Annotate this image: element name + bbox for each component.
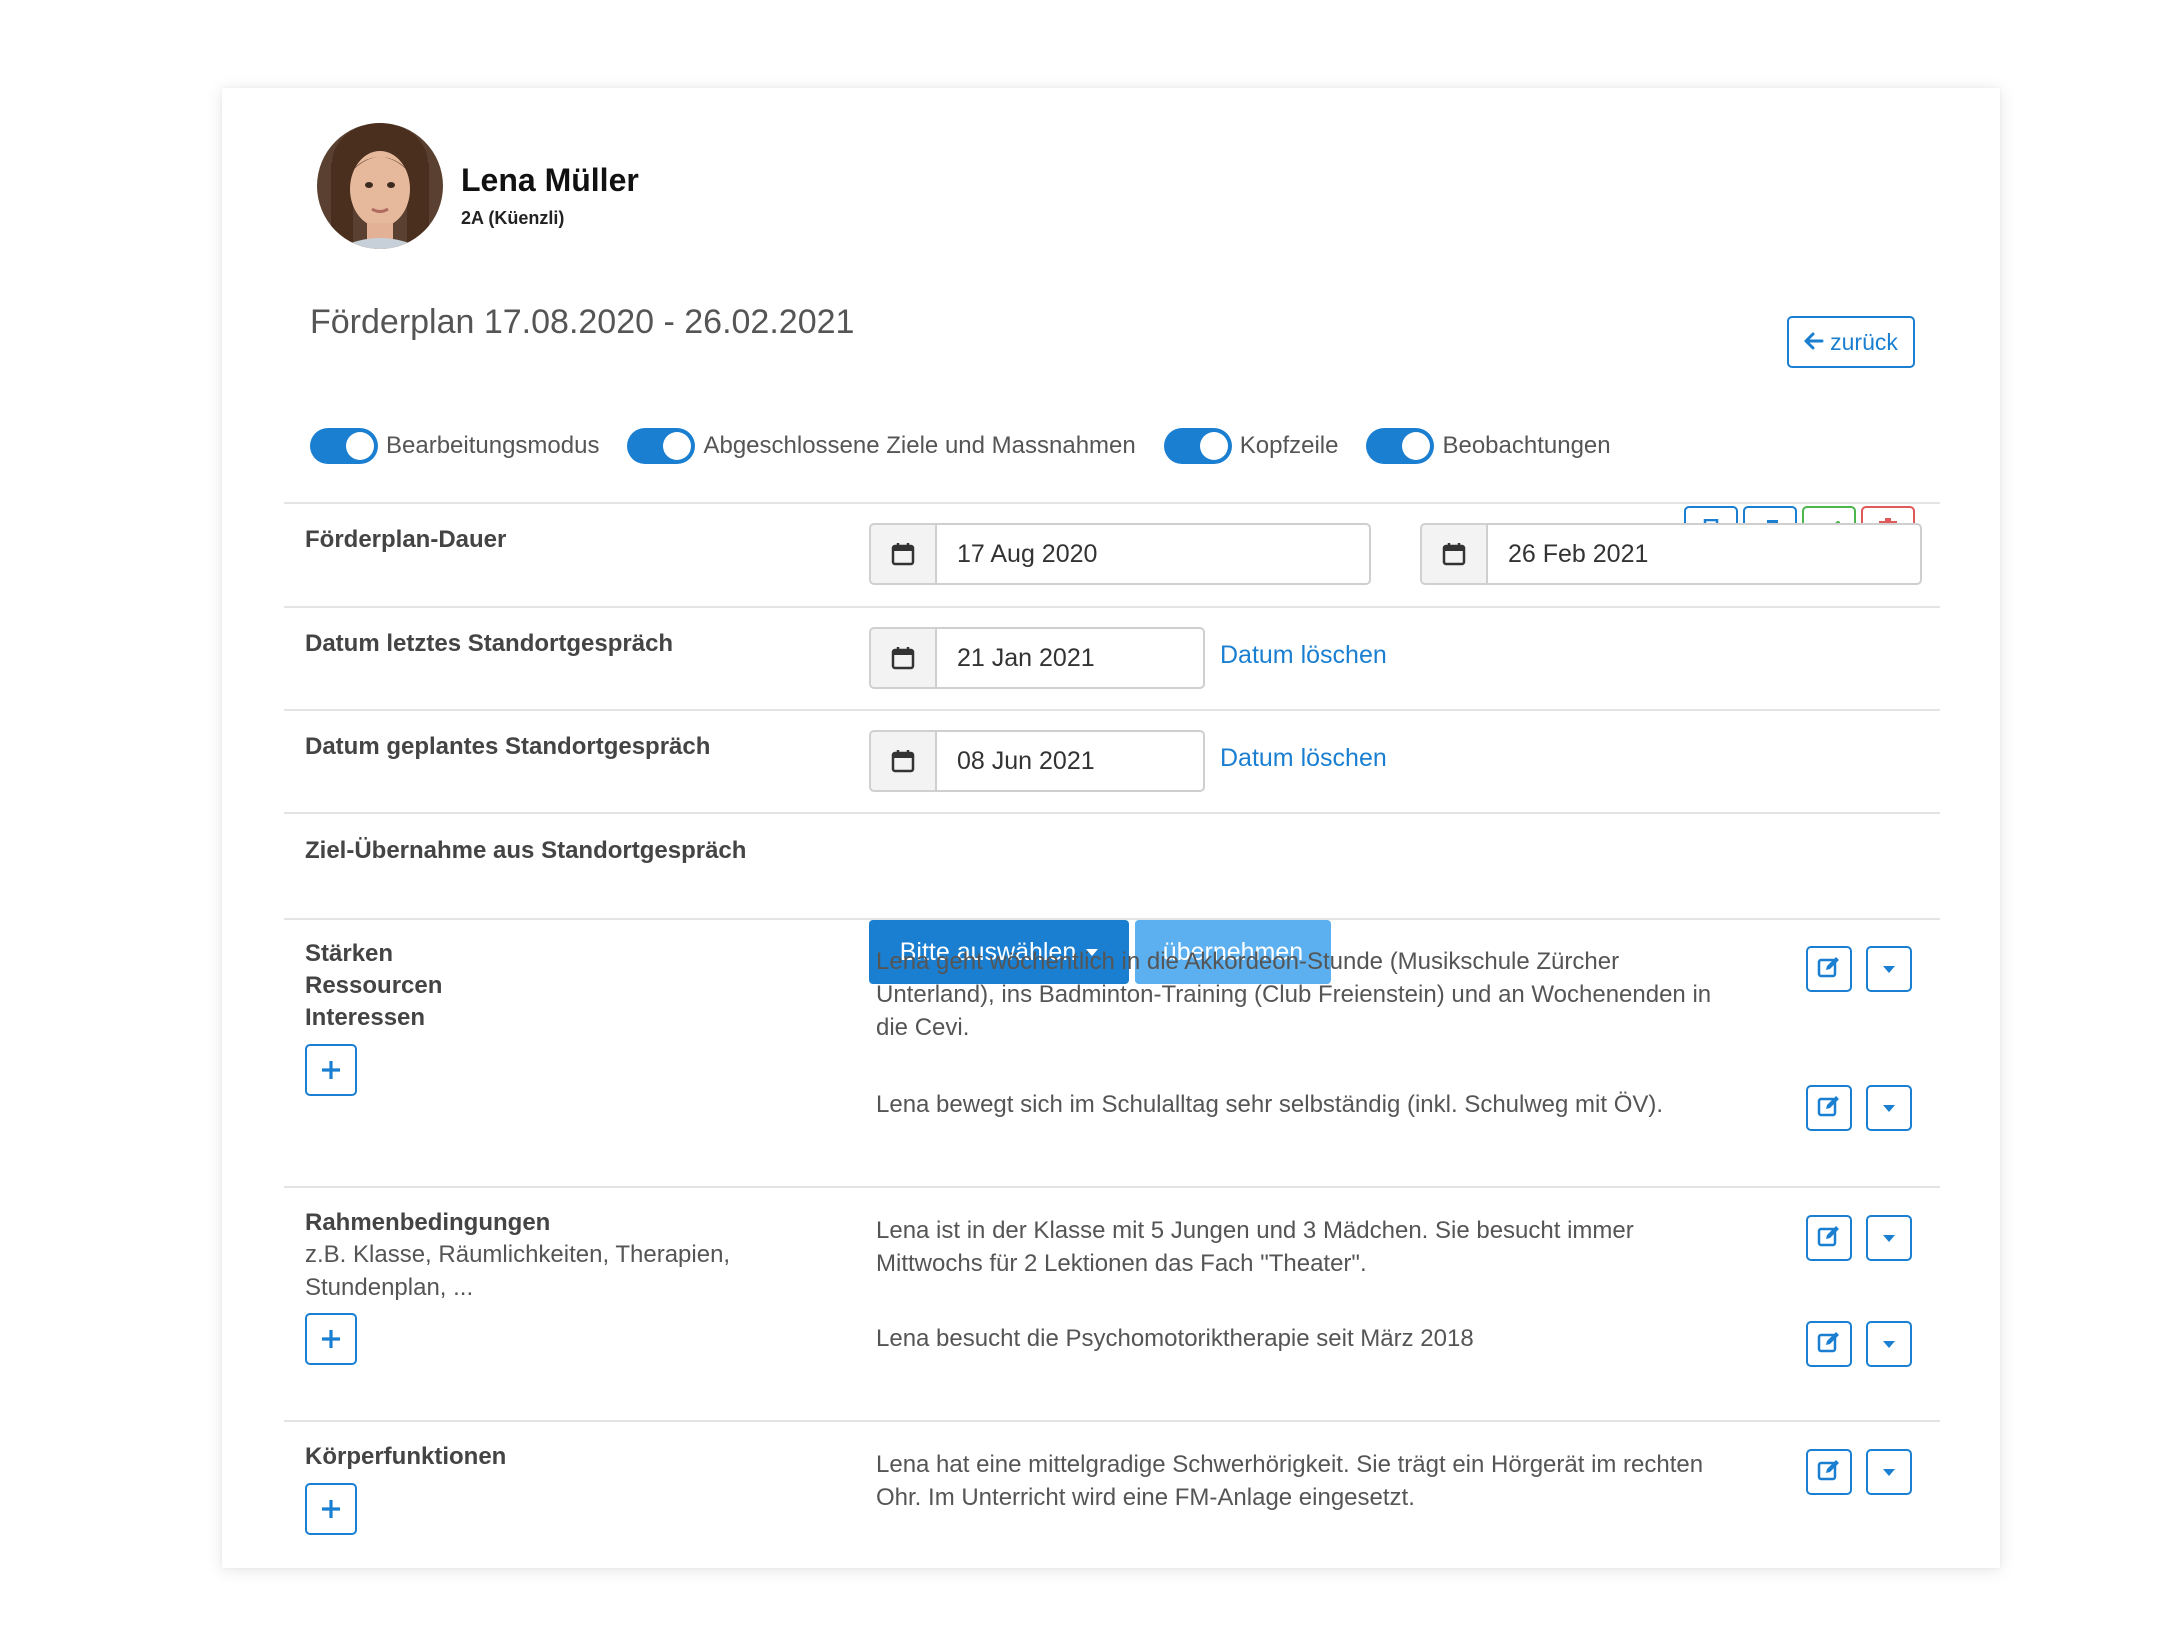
condition-entry: Lena ist in der Klasse mit 5 Jungen und … [876, 1217, 1634, 1277]
strength-entry: Lena bewegt sich im Schulalltag sehr sel… [876, 1091, 1664, 1118]
divider [284, 709, 1940, 711]
arrow-left-icon [1804, 329, 1824, 356]
plus-icon [320, 1320, 342, 1359]
toggle-label: Kopfzeile [1239, 432, 1339, 459]
divider [284, 1186, 1940, 1188]
edit-icon [1817, 1094, 1841, 1123]
last-meeting-label: Datum letztes Standortgespräch [305, 630, 674, 657]
entry-menu-button[interactable] [1866, 1321, 1912, 1367]
resources-label: Ressourcen [305, 972, 443, 999]
caret-down-icon [1883, 1340, 1895, 1348]
calendar-icon[interactable] [869, 523, 935, 585]
body-function-entry: Lena hat eine mittelgradige Schwerhörigk… [876, 1451, 1704, 1511]
student-name: Lena Müller [461, 162, 639, 198]
toggle-label: Bearbeitungsmodus [386, 432, 600, 459]
last-meeting-date-input[interactable]: 21 Jan 2021 [935, 627, 1205, 689]
body-functions-label: Körperfunktionen [305, 1443, 507, 1470]
toggle-label: Beobachtungen [1442, 432, 1611, 459]
edit-button[interactable] [1806, 1085, 1852, 1131]
toggle-switch[interactable] [310, 428, 378, 464]
strengths-label: Stärken [305, 940, 394, 967]
student-class: 2A (Küenzli) [461, 208, 565, 228]
strength-entry: Lena geht wöchentlich in die Akkordeon-S… [876, 948, 1712, 1041]
toggle-switch[interactable] [1163, 428, 1232, 464]
calendar-icon[interactable] [869, 730, 935, 792]
caret-down-icon [1883, 1104, 1895, 1112]
plus-icon [320, 1051, 342, 1090]
divider [284, 502, 1940, 504]
duration-label: Förderplan-Dauer [305, 526, 507, 553]
caret-down-icon [1883, 965, 1895, 973]
edit-icon [1817, 1330, 1841, 1359]
clear-last-meeting-link[interactable]: Datum löschen [1220, 641, 1387, 670]
entry-menu-button[interactable] [1866, 1215, 1912, 1261]
toggle-bar: Bearbeitungsmodus Abgeschlossene Ziele u… [310, 418, 1639, 474]
entry-menu-button[interactable] [1866, 1085, 1912, 1131]
toggle-edit-mode[interactable]: Bearbeitungsmodus [310, 428, 599, 464]
end-date-picker[interactable]: 26 Feb 2021 [1420, 523, 1922, 585]
toggle-label: Abgeschlossene Ziele und Massnahmen [703, 432, 1136, 459]
edit-button[interactable] [1806, 1321, 1852, 1367]
entry-menu-button[interactable] [1866, 946, 1912, 992]
divider [284, 918, 1940, 920]
toggle-switch[interactable] [627, 428, 696, 464]
add-condition-button[interactable] [305, 1313, 357, 1365]
divider [284, 812, 1940, 814]
back-label: zurück [1830, 328, 1898, 355]
page-title: Förderplan 17.08.2020 - 26.02.2021 [310, 303, 855, 341]
planned-meeting-date-input[interactable]: 08 Jun 2021 [935, 730, 1205, 792]
conditions-label: Rahmenbedingungen [305, 1209, 551, 1236]
goal-import-label: Ziel-Übernahme aus Standortgespräch [305, 837, 747, 864]
start-date-input[interactable]: 17 Aug 2020 [935, 523, 1371, 585]
planned-meeting-date-picker[interactable]: 08 Jun 2021 [869, 730, 1205, 792]
add-strength-button[interactable] [305, 1044, 357, 1096]
caret-down-icon [1883, 1468, 1895, 1476]
caret-down-icon [1883, 1234, 1895, 1242]
edit-button[interactable] [1806, 1449, 1852, 1495]
edit-icon [1817, 1458, 1841, 1487]
start-date-picker[interactable]: 17 Aug 2020 [869, 523, 1371, 585]
entry-menu-button[interactable] [1866, 1449, 1912, 1495]
toggle-observations[interactable]: Beobachtungen [1366, 428, 1611, 464]
planned-meeting-label: Datum geplantes Standortgespräch [305, 733, 711, 760]
conditions-hint: z.B. Klasse, Räumlichkeiten, Therapien, … [305, 1241, 731, 1301]
edit-icon [1817, 1224, 1841, 1253]
edit-button[interactable] [1806, 946, 1852, 992]
toggle-switch[interactable] [1366, 428, 1435, 464]
toggle-header[interactable]: Kopfzeile [1163, 428, 1339, 464]
condition-entry: Lena besucht die Psychomotoriktherapie s… [876, 1325, 1474, 1352]
last-meeting-date-picker[interactable]: 21 Jan 2021 [869, 627, 1205, 689]
divider [284, 1420, 1940, 1422]
add-body-function-button[interactable] [305, 1483, 357, 1535]
edit-button[interactable] [1806, 1215, 1852, 1261]
calendar-icon[interactable] [869, 627, 935, 689]
divider [284, 606, 1940, 608]
toggle-completed-goals[interactable]: Abgeschlossene Ziele und Massnahmen [627, 428, 1136, 464]
calendar-icon[interactable] [1420, 523, 1486, 585]
back-button[interactable]: zurück [1787, 316, 1915, 368]
clear-planned-meeting-link[interactable]: Datum löschen [1220, 744, 1387, 773]
foerderplan-card: Lena Müller 2A (Küenzli) Förderplan 17.0… [222, 88, 2000, 1568]
edit-icon [1817, 955, 1841, 984]
plus-icon [320, 1490, 342, 1529]
end-date-input[interactable]: 26 Feb 2021 [1486, 523, 1922, 585]
student-avatar [317, 123, 443, 249]
interests-label: Interessen [305, 1004, 426, 1031]
